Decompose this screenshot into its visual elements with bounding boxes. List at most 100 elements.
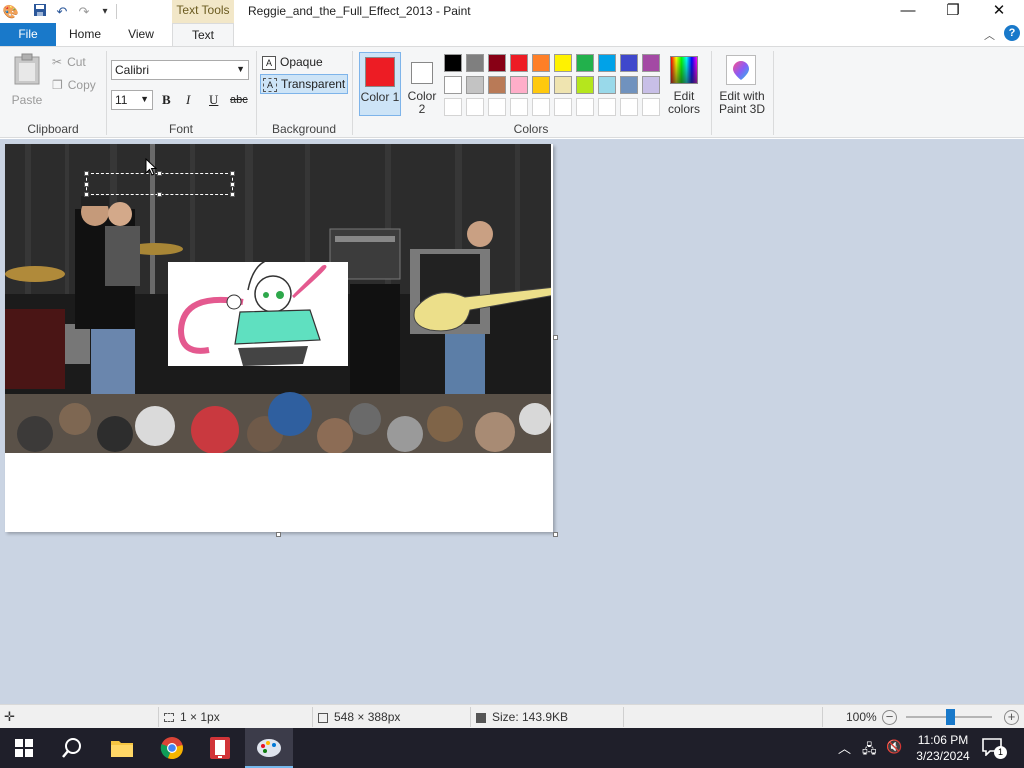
font-family-select[interactable]: Calibri ▼ — [111, 60, 249, 80]
palette-swatch[interactable] — [510, 76, 528, 94]
zoom-slider-thumb[interactable] — [946, 709, 955, 725]
cut-button[interactable]: ✂ Cut — [52, 54, 86, 70]
custom-color-slot[interactable] — [642, 98, 660, 116]
network-icon[interactable]: 🖧 — [862, 740, 877, 762]
tab-file[interactable]: File — [0, 23, 56, 46]
custom-color-slot[interactable] — [466, 98, 484, 116]
color2-swatch — [411, 62, 433, 84]
bold-button[interactable]: B — [162, 92, 176, 108]
action-center-button[interactable]: 1 — [982, 738, 1007, 759]
font-family-value: Calibri — [115, 63, 150, 77]
redo-icon[interactable]: ↷ — [75, 3, 93, 20]
custom-color-slot[interactable] — [510, 98, 528, 116]
palette-swatch[interactable] — [620, 76, 638, 94]
resize-handle[interactable] — [230, 192, 235, 197]
palette-swatch[interactable] — [642, 76, 660, 94]
save-icon[interactable] — [31, 3, 49, 20]
palette-swatch[interactable] — [488, 54, 506, 72]
custom-color-slot[interactable] — [576, 98, 594, 116]
edit-with-paint3d-button[interactable]: Edit with Paint 3D — [714, 52, 770, 118]
app-button[interactable] — [196, 728, 244, 768]
undo-icon[interactable]: ↶ — [53, 3, 71, 20]
custom-color-slot[interactable] — [488, 98, 506, 116]
palette-swatch[interactable] — [620, 54, 638, 72]
transparent-label: Transparent — [281, 77, 346, 91]
clock[interactable]: 11:06 PM 3/23/2024 — [912, 732, 974, 764]
strikethrough-button[interactable]: abc — [230, 94, 250, 106]
palette-swatch[interactable] — [598, 54, 616, 72]
canvas-resize-handle-right[interactable] — [553, 335, 558, 340]
color-palette — [444, 54, 664, 118]
maximize-button[interactable]: ❐ — [930, 0, 976, 23]
resize-handle[interactable] — [157, 171, 162, 176]
taskbar: ︿ 🖧 🔇 11:06 PM 3/23/2024 1 — [0, 728, 1024, 768]
canvas[interactable] — [5, 144, 553, 532]
close-button[interactable]: ✕ — [976, 0, 1022, 23]
resize-handle[interactable] — [230, 182, 235, 187]
search-icon — [62, 738, 81, 758]
show-hidden-icons-icon[interactable]: ︿ — [838, 738, 851, 757]
chevron-down-icon: ▼ — [236, 64, 245, 74]
text-selection-box[interactable] — [84, 171, 235, 197]
palette-swatch[interactable] — [642, 54, 660, 72]
start-button[interactable] — [0, 728, 48, 768]
anime-character-sticker — [168, 262, 348, 366]
canvas-resize-handle-bottom[interactable] — [276, 532, 281, 537]
minimize-button[interactable]: — — [885, 0, 931, 23]
paste-button[interactable]: Paste — [8, 51, 46, 111]
collapse-ribbon-icon[interactable]: ︿ — [984, 27, 995, 43]
chrome-button[interactable] — [148, 728, 196, 768]
palette-swatch[interactable] — [488, 76, 506, 94]
palette-swatch[interactable] — [466, 54, 484, 72]
search-button[interactable] — [48, 728, 96, 768]
tab-view[interactable]: View — [114, 23, 168, 46]
palette-swatch[interactable] — [598, 76, 616, 94]
volume-muted-icon[interactable]: 🔇 — [886, 739, 902, 755]
palette-swatch[interactable] — [554, 76, 572, 94]
customize-quick-access-icon[interactable]: ▾ — [96, 3, 114, 20]
group-divider — [773, 51, 774, 135]
opaque-button[interactable]: A Opaque — [262, 53, 323, 71]
edit-colors-button[interactable]: Edit colors — [666, 52, 702, 116]
resize-handle[interactable] — [84, 192, 89, 197]
zoom-in-button[interactable]: + — [1004, 710, 1019, 725]
custom-color-slot[interactable] — [598, 98, 616, 116]
palette-swatch[interactable] — [576, 54, 594, 72]
italic-button[interactable]: I — [186, 92, 200, 108]
resize-handle[interactable] — [84, 171, 89, 176]
palette-swatch[interactable] — [466, 76, 484, 94]
paste-label: Paste — [11, 93, 43, 107]
paint-taskbar-button[interactable] — [245, 728, 293, 768]
color1-button[interactable]: Color 1 — [359, 52, 401, 116]
canvas-resize-handle-corner[interactable] — [553, 532, 558, 537]
color2-button[interactable]: Color 2 — [403, 52, 441, 116]
palette-swatch[interactable] — [444, 54, 462, 72]
tab-text[interactable]: Text — [172, 23, 234, 47]
custom-color-slot[interactable] — [532, 98, 550, 116]
resize-handle[interactable] — [157, 192, 162, 197]
custom-color-slot[interactable] — [444, 98, 462, 116]
resize-handle[interactable] — [230, 171, 235, 176]
scissors-icon: ✂ — [52, 55, 63, 69]
palette-swatch[interactable] — [510, 54, 528, 72]
image-size-icon — [318, 712, 328, 723]
file-explorer-button[interactable] — [98, 728, 146, 768]
copy-button[interactable]: ❐ Copy — [52, 77, 96, 93]
palette-swatch[interactable] — [554, 54, 572, 72]
tab-home[interactable]: Home — [58, 23, 112, 46]
resize-handle[interactable] — [84, 182, 89, 187]
zoom-out-button[interactable]: − — [882, 710, 897, 725]
font-size-select[interactable]: 11 ▼ — [111, 90, 153, 110]
help-icon[interactable]: ? — [1004, 25, 1020, 41]
custom-color-slot[interactable] — [554, 98, 572, 116]
palette-swatch[interactable] — [576, 76, 594, 94]
underline-button[interactable]: U — [209, 92, 223, 108]
custom-color-slot[interactable] — [620, 98, 638, 116]
ribbon-tabs: File Home View Text ︿ ? — [0, 23, 1024, 47]
status-bar: ✛ 1 × 1px 548 × 388px Size: 143.9KB 100%… — [0, 704, 1024, 728]
palette-swatch[interactable] — [532, 54, 550, 72]
transparent-button[interactable]: A Transparent — [260, 74, 348, 94]
palette-swatch[interactable] — [444, 76, 462, 94]
copy-icon: ❐ — [52, 78, 63, 92]
palette-swatch[interactable] — [532, 76, 550, 94]
